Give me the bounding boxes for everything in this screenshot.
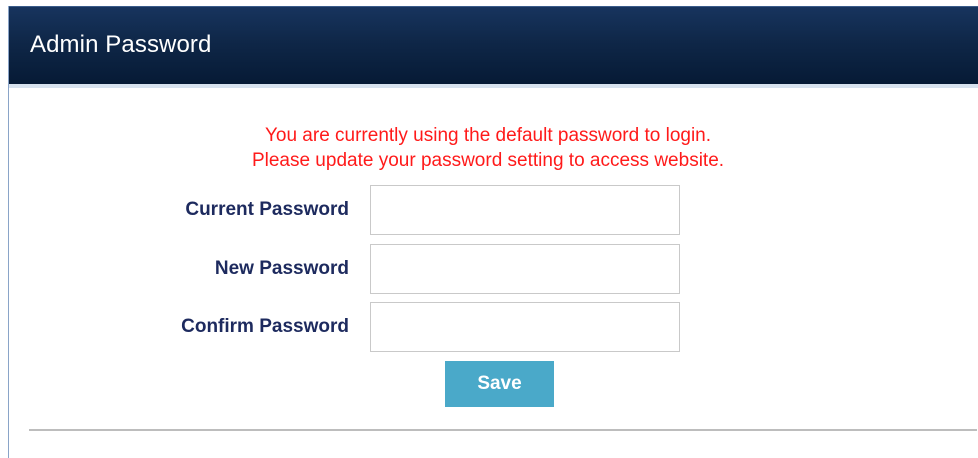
form-row-new-password: New Password (9, 244, 978, 296)
form-row-confirm-password: Confirm Password (9, 302, 978, 354)
admin-password-page: Admin Password You are currently using t… (0, 0, 978, 458)
confirm-password-input[interactable] (370, 302, 680, 352)
new-password-label: New Password (214, 258, 349, 279)
current-password-label: Current Password (185, 199, 349, 220)
new-password-input[interactable] (370, 244, 680, 294)
default-password-notice: You are currently using the default pass… (9, 123, 978, 173)
form-divider (29, 429, 977, 431)
panel-title: Admin Password (30, 31, 212, 58)
header-underline (9, 84, 978, 88)
current-password-input[interactable] (370, 185, 680, 235)
panel-header: Admin Password (9, 6, 978, 84)
notice-line-2: Please update your password setting to a… (251, 150, 725, 171)
save-button[interactable]: Save (445, 361, 554, 407)
admin-password-panel: Admin Password You are currently using t… (8, 6, 978, 458)
notice-line-1: You are currently using the default pass… (264, 125, 712, 146)
form-row-current-password: Current Password (9, 185, 978, 237)
confirm-password-label: Confirm Password (181, 316, 349, 337)
